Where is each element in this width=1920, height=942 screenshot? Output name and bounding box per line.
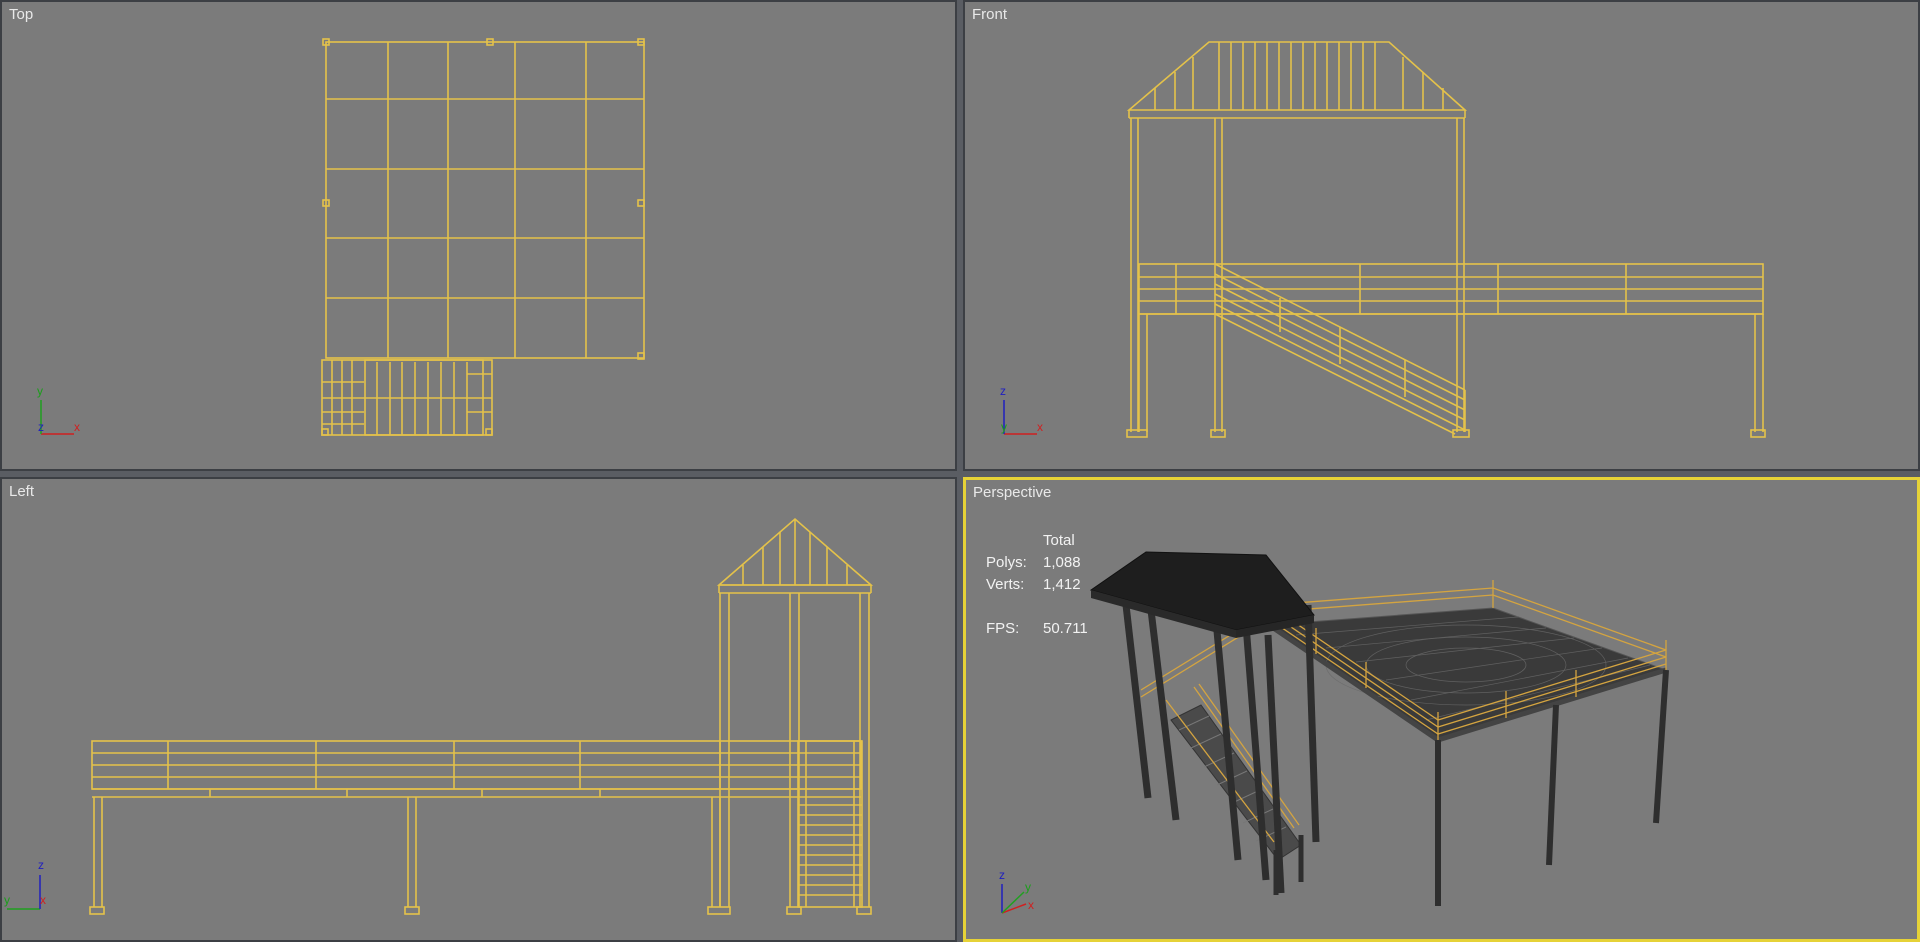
left-view-wireframe [7,517,874,915]
axis-label-y: y [1025,880,1031,894]
axis-label-z: z [1000,384,1006,398]
axis-label-z: z [38,420,44,434]
axis-label-y: y [4,893,10,907]
viewport-front[interactable]: Front z y x [963,0,1920,471]
viewport-left[interactable]: Left z y x [0,477,957,942]
axis-tripod-top [40,400,74,435]
axis-label-x: x [1028,898,1034,912]
axis-tripod-left [7,875,41,910]
axis-label-z: z [999,868,1005,882]
axis-label-x: x [74,420,80,434]
axis-label-y: y [1001,420,1007,434]
top-view-wireframe [40,38,645,436]
axis-tripod-perspective [1001,884,1027,914]
deck-floor [1267,607,1668,741]
perspective-render [1001,551,1669,914]
axis-label-y: y [37,384,43,398]
viewport-top[interactable]: Top y z x [0,0,957,471]
front-view-wireframe [1003,41,1766,438]
viewport-perspective[interactable]: Perspective Total Polys: 1,088 Verts: 1,41… [963,477,1920,942]
axis-label-z: z [38,858,44,872]
axis-label-x: x [1037,420,1043,434]
axis-tripod-front [1003,400,1037,435]
axis-label-x: x [40,893,46,907]
